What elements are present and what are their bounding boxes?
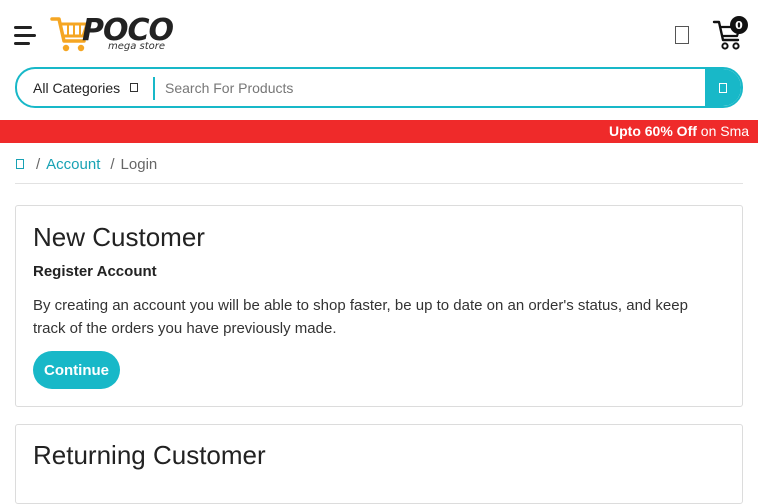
- search-button[interactable]: [705, 69, 741, 106]
- promo-highlight: Upto 60% Off: [609, 123, 697, 139]
- continue-button[interactable]: Continue: [33, 351, 120, 389]
- breadcrumb-divider: [15, 183, 743, 184]
- breadcrumb-separator: /: [110, 155, 115, 173]
- cart-count-badge: 0: [730, 16, 748, 34]
- register-account-heading: Register Account: [33, 263, 157, 280]
- category-select-label: All Categories: [33, 79, 121, 96]
- breadcrumb-account[interactable]: Account: [46, 156, 100, 173]
- site-header: POCO mega store 0: [0, 0, 758, 66]
- returning-customer-card: Returning Customer: [15, 424, 743, 504]
- search-input[interactable]: [165, 69, 705, 106]
- search-divider: [153, 77, 155, 100]
- home-icon[interactable]: [16, 159, 24, 169]
- chevron-down-icon: [130, 83, 139, 92]
- logo-tagline: mega store: [108, 41, 166, 52]
- breadcrumb-login: Login: [120, 155, 158, 173]
- promo-banner[interactable]: Upto 60% Off on Sma: [0, 120, 758, 143]
- category-select[interactable]: All Categories: [17, 69, 154, 106]
- returning-customer-title: Returning Customer: [33, 440, 266, 470]
- register-description: By creating an account you will be able …: [33, 297, 688, 337]
- menu-icon[interactable]: [14, 26, 36, 45]
- new-customer-card: New Customer Register Account By creatin…: [15, 205, 743, 407]
- breadcrumb: / Account / Login: [16, 154, 157, 174]
- breadcrumb-separator: /: [36, 155, 41, 173]
- search-bar: All Categories: [15, 67, 743, 108]
- logo[interactable]: POCO mega store: [50, 14, 174, 56]
- cart-button[interactable]: 0: [712, 16, 748, 50]
- promo-rest: on Sma: [696, 123, 750, 139]
- promo-text: Upto 60% Off on Sma: [609, 123, 749, 139]
- search-icon: [719, 82, 727, 93]
- user-icon[interactable]: [675, 26, 689, 44]
- new-customer-title: New Customer: [33, 222, 205, 252]
